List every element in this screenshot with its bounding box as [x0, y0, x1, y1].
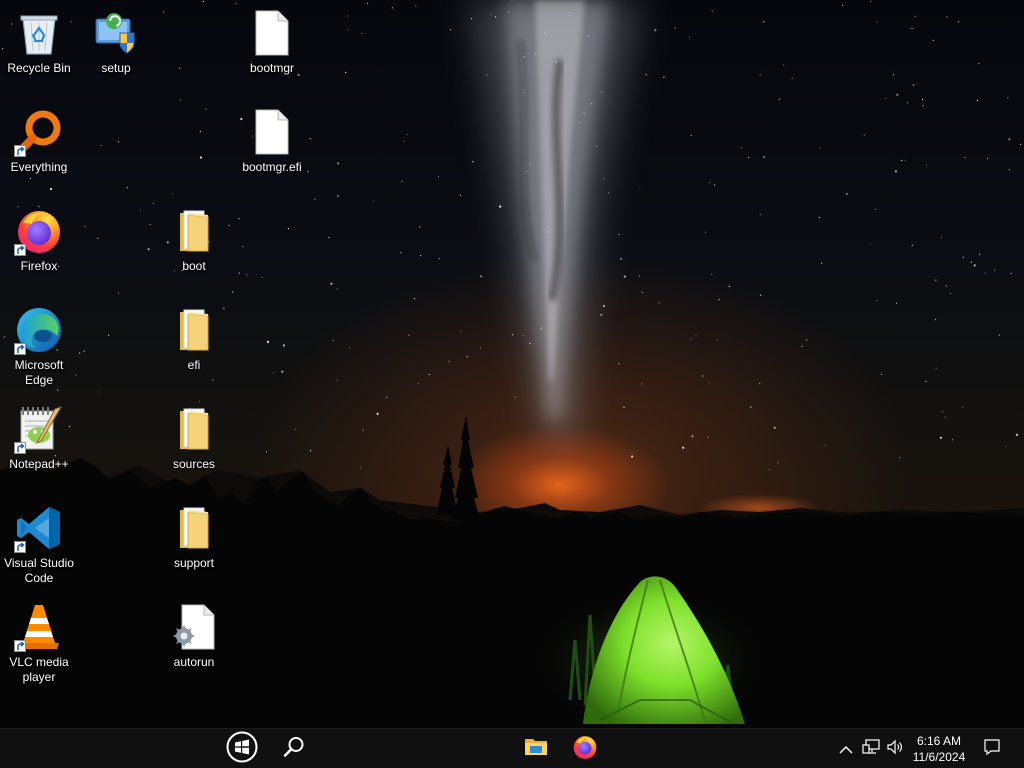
desktop-icon-boot-folder[interactable]: boot: [156, 206, 232, 274]
desktop-icon-label: Microsoft Edge: [14, 358, 64, 387]
desktop-icon-label: efi: [187, 358, 201, 372]
notepad-plus-plus-icon: [14, 404, 64, 454]
shortcut-arrow-icon: [14, 343, 26, 355]
autorun-settings-file-icon: [169, 602, 219, 652]
desktop-icon-label: Visual Studio Code: [4, 556, 74, 585]
desktop-icon-label: boot: [182, 259, 206, 273]
network-status-button[interactable]: [860, 729, 882, 768]
desktop-icon-label: VLC media player: [9, 655, 69, 684]
desktop-icon-label: bootmgr: [249, 61, 295, 75]
vlc-icon: [14, 602, 64, 652]
clock-date: 11/6/2024: [912, 750, 966, 764]
desktop-icon-sources-folder[interactable]: sources: [156, 404, 232, 472]
taskbar-file-explorer-button[interactable]: [516, 729, 556, 768]
desktop-icon-autorun[interactable]: autorun: [156, 602, 232, 670]
desktop-icon-label: Firefox: [20, 259, 58, 273]
vscode-icon: [14, 503, 64, 553]
desktop-icon-label: bootmgr.efi: [242, 160, 302, 174]
desktop-wallpaper: [0, 0, 1024, 728]
folder-icon: [169, 206, 219, 256]
recycle-bin-icon: [14, 8, 64, 58]
firefox-icon: [572, 734, 598, 764]
desktop-icon-vlc-media-player[interactable]: VLC media player: [1, 602, 77, 685]
search-button[interactable]: [274, 729, 314, 768]
volume-button[interactable]: [884, 729, 906, 768]
start-button[interactable]: [222, 729, 262, 768]
taskbar-firefox-button[interactable]: [565, 729, 605, 768]
desktop-icon-bootmgr-efi[interactable]: bootmgr.efi: [234, 107, 310, 175]
firefox-icon: [14, 206, 64, 256]
everything-search-icon: [14, 107, 64, 157]
desktop-icon-efi-folder[interactable]: efi: [156, 305, 232, 373]
search-icon: [282, 735, 306, 763]
mountain-silhouette-with-tent: [0, 415, 1024, 728]
folder-icon: [169, 404, 219, 454]
edge-icon: [14, 305, 64, 355]
clock-time: 6:16 AM: [916, 734, 962, 748]
desktop-icon-label: setup: [101, 61, 131, 75]
desktop-icon-support-folder[interactable]: support: [156, 503, 232, 571]
network-icon: [862, 739, 880, 759]
notification-icon: [983, 738, 1001, 760]
blank-file-icon: [247, 8, 297, 58]
desktop-icon-firefox[interactable]: Firefox: [1, 206, 77, 274]
desktop-icon-label: Notepad++: [9, 457, 69, 471]
desktop-icon-label: Recycle Bin: [7, 61, 71, 75]
desktop-icon-microsoft-edge[interactable]: Microsoft Edge: [1, 305, 77, 388]
shortcut-arrow-icon: [14, 541, 26, 553]
desktop-icon-label: support: [173, 556, 215, 570]
notification-center-button[interactable]: [978, 729, 1006, 768]
folder-icon: [169, 503, 219, 553]
folder-icon: [169, 305, 219, 355]
file-explorer-icon: [524, 737, 548, 761]
show-hidden-icons-button[interactable]: [836, 729, 856, 768]
shortcut-arrow-icon: [14, 640, 26, 652]
desktop-icon-everything[interactable]: Everything: [1, 107, 77, 175]
shortcut-arrow-icon: [14, 442, 26, 454]
desktop-icon-label: autorun: [173, 655, 215, 669]
desktop-icon-visual-studio-code[interactable]: Visual Studio Code: [1, 503, 77, 586]
volume-icon: [886, 739, 904, 759]
desktop-icon-label: sources: [172, 457, 216, 471]
desktop-icon-recycle-bin[interactable]: Recycle Bin: [1, 8, 77, 76]
blank-file-icon: [247, 107, 297, 157]
shortcut-arrow-icon: [14, 244, 26, 256]
desktop-icon-label: Everything: [10, 160, 68, 174]
windows-start-icon: [226, 731, 258, 767]
desktop-icon-bootmgr[interactable]: bootmgr: [234, 8, 310, 76]
clock-button[interactable]: 6:16 AM 11/6/2024: [906, 731, 972, 767]
setup-installer-icon: [91, 8, 141, 58]
shortcut-arrow-icon: [14, 145, 26, 157]
taskbar: 6:16 AM 11/6/2024: [0, 728, 1024, 768]
chevron-up-icon: [839, 740, 853, 759]
desktop-icon-setup[interactable]: setup: [78, 8, 154, 76]
desktop-icon-notepad-plus-plus[interactable]: Notepad++: [1, 404, 77, 472]
